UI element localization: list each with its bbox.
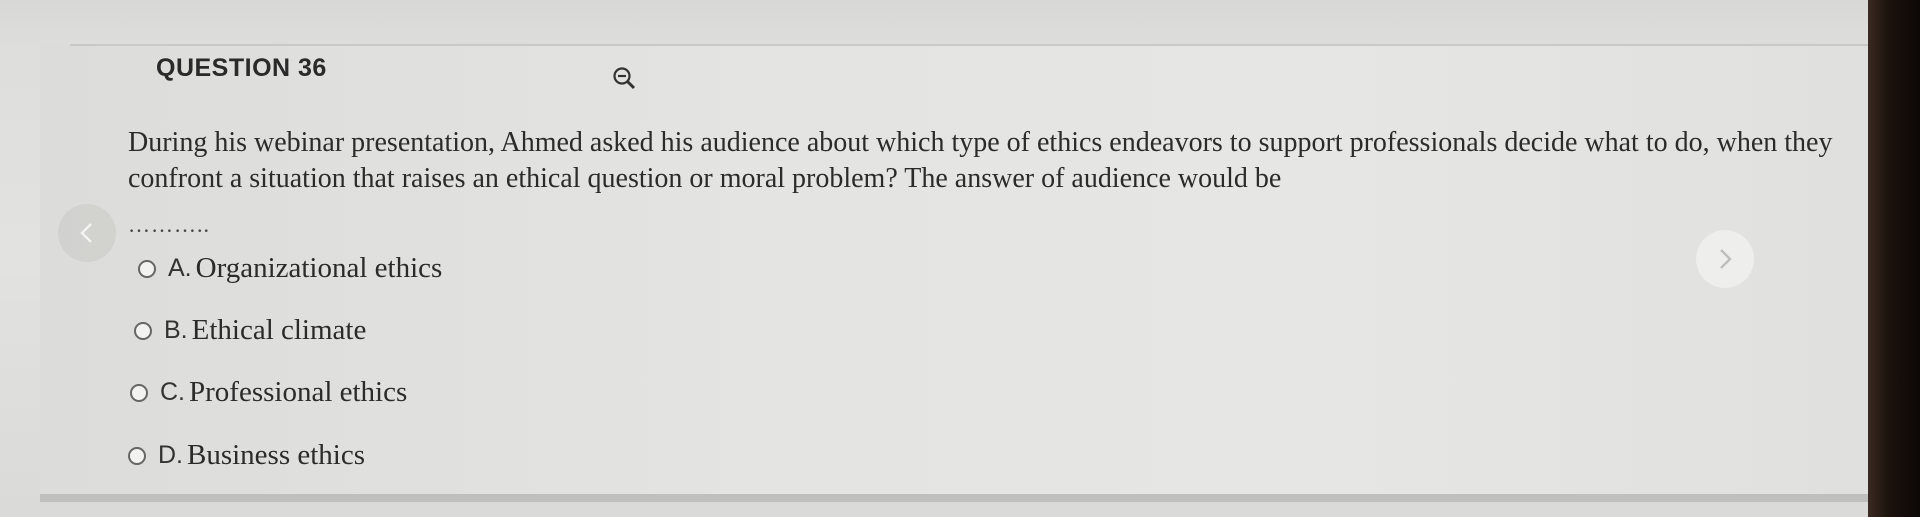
bottom-divider [40, 494, 1880, 502]
option-text: Ethical climate [191, 314, 367, 346]
option-text: Professional ethics [189, 376, 408, 408]
option-c[interactable]: C. Professional ethics [130, 376, 407, 409]
option-text: Organizational ethics [195, 252, 443, 284]
option-a[interactable]: A. Organizational ethics [138, 252, 442, 285]
option-b[interactable]: B. Ethical climate [134, 314, 366, 347]
option-letter: B. [164, 316, 188, 344]
option-letter: D. [158, 441, 183, 469]
zoom-out-icon[interactable] [612, 66, 638, 92]
chevron-left-icon [80, 223, 92, 243]
answer-blank: ……….. [128, 212, 210, 237]
option-letter: C. [160, 378, 185, 406]
radio-button-a[interactable] [138, 259, 156, 278]
previous-button[interactable] [58, 204, 116, 262]
question-number: QUESTION 36 [156, 54, 327, 82]
option-text: Business ethics [187, 439, 366, 471]
option-d[interactable]: D. Business ethics [128, 439, 365, 472]
radio-button-d[interactable] [128, 446, 146, 465]
next-button[interactable] [1696, 230, 1754, 288]
screen-bezel [1868, 0, 1920, 517]
chevron-right-icon [1720, 249, 1732, 269]
question-text: During his webinar presentation, Ahmed a… [128, 127, 1833, 194]
option-letter: A. [168, 254, 192, 282]
radio-button-c[interactable] [130, 383, 148, 402]
screen: QUESTION 36 During his webinar presentat… [0, 0, 1920, 517]
radio-button-b[interactable] [134, 321, 152, 340]
